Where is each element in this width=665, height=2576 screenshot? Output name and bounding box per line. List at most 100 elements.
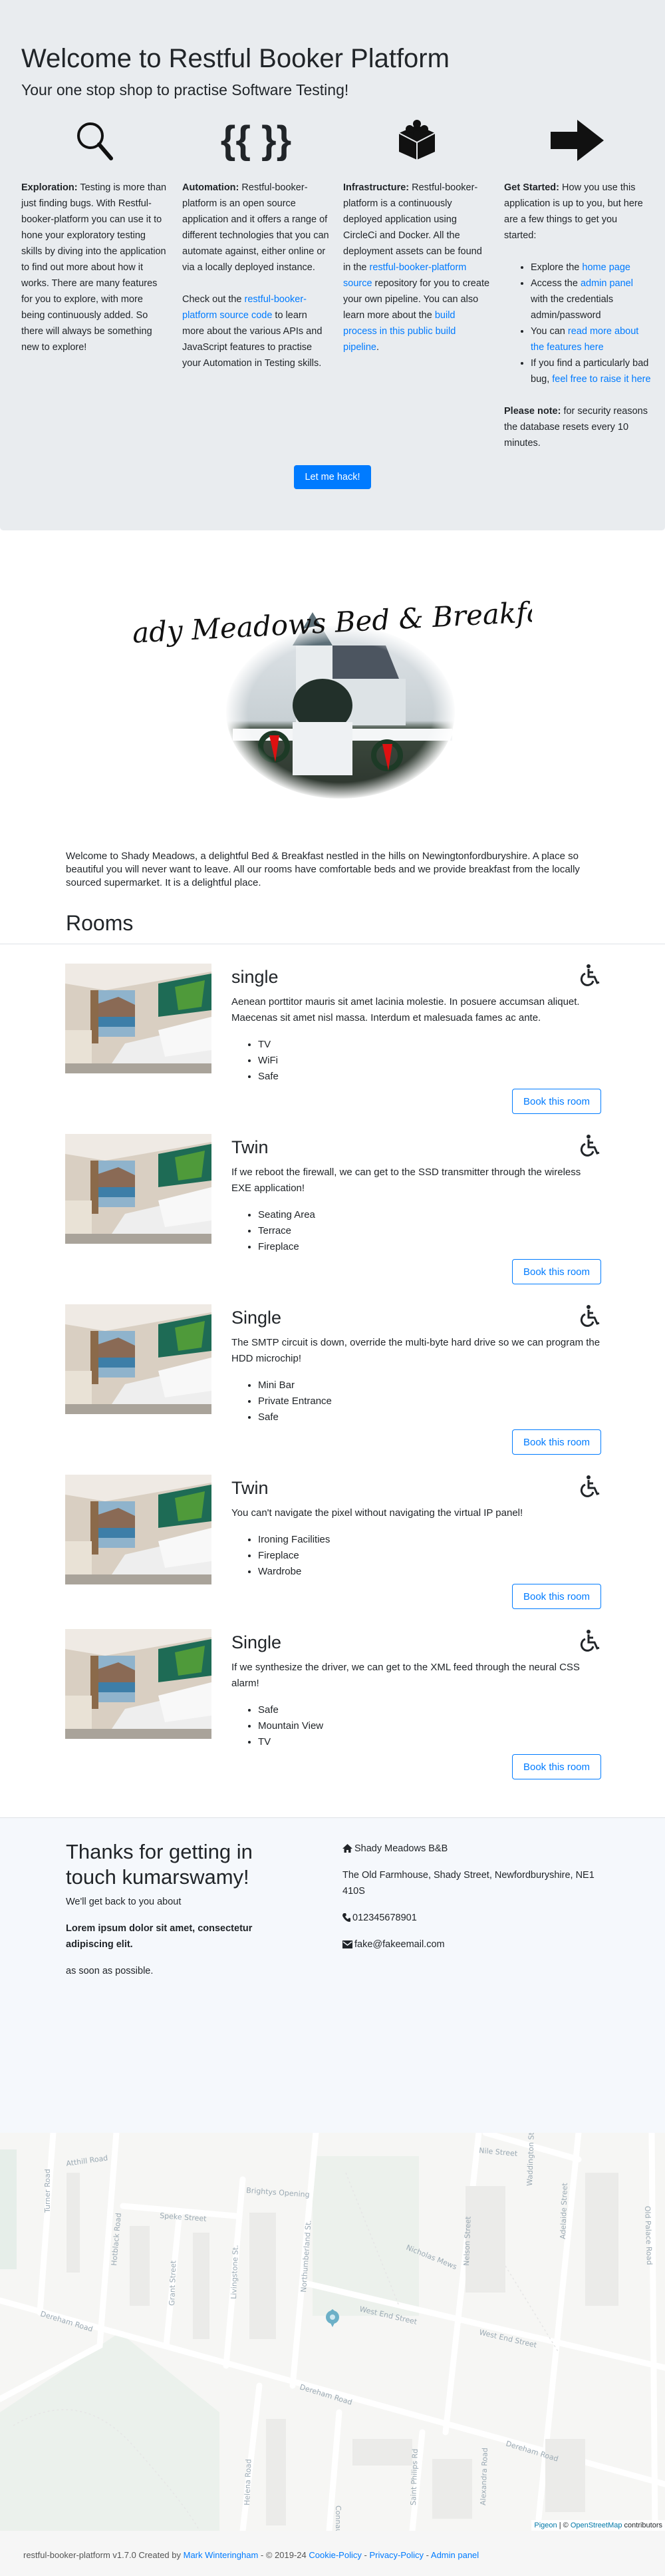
room-card: Twin You can't navigate the pixel withou… <box>65 1475 601 1609</box>
room-features: TVWiFiSafe <box>258 1037 601 1085</box>
map-attribution: Pigeon | © OpenStreetMap contributors <box>531 2520 665 2531</box>
magnifier-icon <box>21 120 169 161</box>
map-street-label: Turner Road <box>43 2169 52 2213</box>
item-text: Explore the <box>531 262 583 273</box>
exploration-column: Exploration: Testing is more than just f… <box>21 120 169 371</box>
footer-separator: - <box>361 2550 370 2560</box>
room-name: Twin <box>231 1478 269 1498</box>
item-text: with the credentials admin/password <box>531 294 614 321</box>
room-feature: Wardrobe <box>258 1564 601 1580</box>
lego-brick-icon <box>343 120 491 161</box>
room-feature: Seating Area <box>258 1207 601 1223</box>
room-image <box>65 964 211 1073</box>
wheelchair-accessible-icon <box>580 1305 600 1327</box>
map-street-label: Helena Road <box>243 2459 253 2505</box>
room-feature: Terrace <box>258 1223 601 1239</box>
room-feature: WiFi <box>258 1053 601 1069</box>
privacy-policy-link[interactable]: Privacy-Policy <box>369 2550 424 2560</box>
book-room-button[interactable]: Book this room <box>512 1754 601 1779</box>
raise-bug-link[interactable]: feel free to raise it here <box>552 374 650 385</box>
room-description: If we reboot the firewall, we can get to… <box>231 1167 581 1194</box>
book-room-button[interactable]: Book this room <box>512 1259 601 1284</box>
map-street-label: Nile Street <box>479 2146 519 2158</box>
hero-subtitle: Your one stop shop to practise Software … <box>21 81 349 98</box>
room-feature: Mini Bar <box>258 1378 601 1393</box>
business-phone: 012345678901 <box>352 1913 417 1923</box>
map-street-label: Livingstone St. <box>229 2245 240 2299</box>
admin-panel-footer-link[interactable]: Admin panel <box>431 2550 479 2560</box>
room-card: Single The SMTP circuit is down, overrid… <box>65 1304 601 1455</box>
room-description: Aenean porttitor mauris sit amet lacinia… <box>231 996 580 1023</box>
openstreetmap-link[interactable]: OpenStreetMap <box>571 2521 622 2529</box>
room-feature: Fireplace <box>258 1239 601 1255</box>
room-feature: Fireplace <box>258 1548 601 1564</box>
item-text: You can <box>531 326 568 337</box>
room-description: The SMTP circuit is down, override the m… <box>231 1337 600 1364</box>
home-page-link[interactable]: home page <box>582 262 630 273</box>
book-room-button[interactable]: Book this room <box>512 1429 601 1455</box>
item-text: Access the <box>531 278 581 289</box>
page-footer: restful-booker-platform v1.7.0 Created b… <box>0 2531 665 2576</box>
room-features: Ironing FacilitiesFireplaceWardrobe <box>258 1532 601 1580</box>
room-image <box>65 1134 211 1244</box>
list-item: If you find a particularly bad bug, feel… <box>531 355 652 387</box>
column-label: Infrastructure: <box>343 182 410 193</box>
room-image <box>65 1475 211 1584</box>
map-street-label: Nelson Street <box>462 2216 473 2267</box>
room-feature: Safe <box>258 1702 601 1718</box>
attribution-text: | © <box>557 2521 571 2529</box>
room-card: single Aenean porttitor mauris sit amet … <box>65 964 601 1114</box>
business-name: Shady Meadows B&B <box>354 1843 448 1854</box>
room-name: Single <box>231 1632 282 1652</box>
business-address: The Old Farmhouse, Shady Street, Newford… <box>342 1870 595 1897</box>
cookie-policy-link[interactable]: Cookie-Policy <box>309 2550 361 2560</box>
rooms-list: single Aenean porttitor mauris sit amet … <box>65 964 601 1799</box>
get-started-column: Get Started: How you use this applicatio… <box>504 120 652 467</box>
room-features: Mini BarPrivate EntranceSafe <box>258 1378 601 1425</box>
column-text: Testing is more than just finding bugs. … <box>21 182 167 353</box>
automation-column: {{ }} Automation: Restful-booker-platfor… <box>182 120 330 387</box>
column-text: Restful-booker-platform is an open sourc… <box>182 182 329 273</box>
column-label: Automation: <box>182 182 239 193</box>
wheelchair-accessible-icon <box>580 1630 600 1652</box>
column-text: Restful-booker-platform is a continuousl… <box>343 182 482 273</box>
room-name: single <box>231 967 279 987</box>
contact-section: Thanks for getting in touch kumarswamy! … <box>0 1817 665 2133</box>
hero-title: Welcome to Restful Booker Platform <box>21 44 450 73</box>
map-street-label: Old Palace Road <box>643 2206 654 2265</box>
room-name: Single <box>231 1308 282 1328</box>
location-map[interactable]: Dereham Road Dereham Road Dereham Road West… <box>0 2133 665 2531</box>
column-text: . <box>376 342 380 353</box>
map-street-label: Brightys Opening <box>246 2186 310 2199</box>
book-room-button[interactable]: Book this room <box>512 1089 601 1114</box>
room-image <box>65 1629 211 1739</box>
business-email: fake@fakeemail.com <box>354 1939 445 1950</box>
home-icon <box>342 1844 352 1853</box>
list-item: Access the admin panel with the credenti… <box>531 276 652 323</box>
list-item: You can read more about the features her… <box>531 323 652 355</box>
contact-thanks-title: Thanks for getting in touch kumarswamy! <box>66 1840 253 1889</box>
room-feature: Safe <box>258 1409 601 1425</box>
hotel-logo: Shady Meadows Bed & Breakfast <box>94 586 570 805</box>
contact-subject: Lorem ipsum dolor sit amet, consectetur … <box>66 1923 253 1950</box>
room-feature: Ironing Facilities <box>258 1532 601 1548</box>
author-link[interactable]: Mark Winteringham <box>184 2550 259 2560</box>
room-feature: TV <box>258 1734 601 1750</box>
column-text: Check out the <box>182 294 245 305</box>
book-room-button[interactable]: Book this room <box>512 1584 601 1609</box>
footer-text: - © 2019-24 <box>258 2550 309 2560</box>
admin-panel-link[interactable]: admin panel <box>581 278 633 289</box>
column-label: Exploration: <box>21 182 78 193</box>
pigeon-link[interactable]: Pigeon <box>534 2521 557 2529</box>
get-started-list: Explore the home page Access the admin p… <box>531 260 652 387</box>
room-feature: TV <box>258 1037 601 1053</box>
hero-banner: Welcome to Restful Booker Platform Your … <box>0 0 665 530</box>
envelope-icon <box>342 1940 352 1948</box>
column-label: Get Started: <box>504 182 559 193</box>
room-image <box>65 1304 211 1414</box>
let-me-hack-button[interactable]: Let me hack! <box>294 465 371 489</box>
room-description: You can't navigate the pixel without nav… <box>231 1507 523 1519</box>
curly-braces-icon: {{ }} <box>220 118 292 162</box>
wheelchair-accessible-icon <box>580 964 600 986</box>
room-name: Twin <box>231 1137 269 1157</box>
